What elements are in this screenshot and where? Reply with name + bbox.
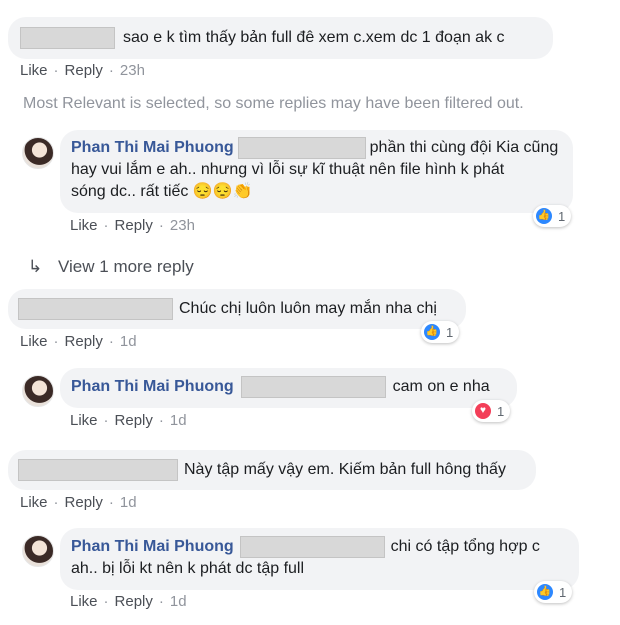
reply-actions: Like · Reply · 1d [70,593,187,610]
timestamp[interactable]: 23h [170,217,195,234]
comment-bubble: sao e k tìm thấy bản full đê xem c.xem d… [8,17,553,59]
reply-link[interactable]: Reply [65,62,103,79]
redacted-name [18,459,178,481]
reaction-badge[interactable]: 👍 1 [534,581,573,603]
avatar[interactable] [22,137,54,169]
filter-note: Most Relevant is selected, so some repli… [23,95,524,112]
reaction-count: 1 [497,403,505,419]
reply-actions: Like · Reply · 1d [70,412,187,429]
reaction-badge[interactable]: 👍 1 [421,321,460,343]
view-more-replies[interactable]: ↳ View 1 more reply [28,257,194,277]
comment-actions: Like · Reply · 1d [20,494,137,511]
like-link[interactable]: Like [70,217,98,234]
thumbs-up-icon: 👍 [537,584,553,600]
avatar[interactable] [22,535,54,567]
reply-text: phần thi cùng đội Kia cũng [369,139,559,157]
reply-link[interactable]: Reply [115,217,153,234]
reply-link[interactable]: Reply [115,593,153,610]
timestamp[interactable]: 1d [120,494,137,511]
like-link[interactable]: Like [20,333,48,350]
author-name[interactable]: Phan Thi Mai Phuong [71,538,234,555]
author-name[interactable]: Phan Thi Mai Phuong [71,139,234,156]
author-name[interactable]: Phan Thi Mai Phuong [71,378,234,395]
reply-text: cam on e nha [392,378,490,396]
timestamp[interactable]: 1d [120,333,137,350]
reply-link[interactable]: Reply [115,412,153,429]
like-link[interactable]: Like [70,412,98,429]
reply-text: sóng dc.. rất tiếc [71,183,189,201]
redacted-name [20,27,115,49]
reply-actions: Like · Reply · 23h [70,217,195,234]
timestamp[interactable]: 1d [170,412,187,429]
comment-actions: Like · Reply · 23h [20,62,145,79]
comment-text: sao e k tìm thấy bản full đê xem c.xem d… [123,29,505,47]
timestamp[interactable]: 23h [120,62,145,79]
avatar[interactable] [22,375,54,407]
reaction-badge[interactable]: 👍 1 [533,205,572,227]
reaction-badge[interactable]: ♥ 1 [472,400,511,422]
comment-text: Này tập mấy vậy em. Kiếm bản full hông t… [184,461,506,479]
redacted-name [239,536,385,558]
reply-bubble: Phan Thi Mai Phuong cam on e nha [60,368,517,408]
like-link[interactable]: Like [20,62,48,79]
reply-bubble: Phan Thi Mai Phuong chi có tập tổng hợp c… [60,528,579,590]
reply-text: chi có tập tổng hợp c [390,538,540,556]
reaction-count: 1 [559,584,567,600]
comment-actions: Like · Reply · 1d [20,333,137,350]
reaction-count: 1 [558,208,566,224]
reply-arrow-icon: ↳ [28,257,43,276]
reaction-count: 1 [446,324,454,340]
reply-text: ah.. bị lỗi kt nên k phát dc tập full [71,560,305,578]
thumbs-up-icon: 👍 [424,324,440,340]
reply-text: hay vui lắm e ah.. nhưng vì lỗi sự kĩ th… [71,161,505,179]
redacted-name [240,376,386,398]
like-link[interactable]: Like [20,494,48,511]
comment-bubble: Chúc chị luôn luôn may mắn nha chị [8,289,466,329]
like-link[interactable]: Like [70,593,98,610]
redacted-name [18,298,173,320]
thumbs-up-icon: 👍 [536,208,552,224]
timestamp[interactable]: 1d [170,593,187,610]
heart-icon: ♥ [475,403,491,419]
reply-bubble: Phan Thi Mai Phuong phần thi cùng đội Kia… [60,130,573,213]
reply-link[interactable]: Reply [65,494,103,511]
reply-link[interactable]: Reply [65,333,103,350]
emoji: 😔😔👏 [192,183,253,201]
comment-text: Chúc chị luôn luôn may mắn nha chị [179,300,437,318]
comment-bubble: Này tập mấy vậy em. Kiếm bản full hông t… [8,450,536,490]
redacted-name [237,137,366,159]
